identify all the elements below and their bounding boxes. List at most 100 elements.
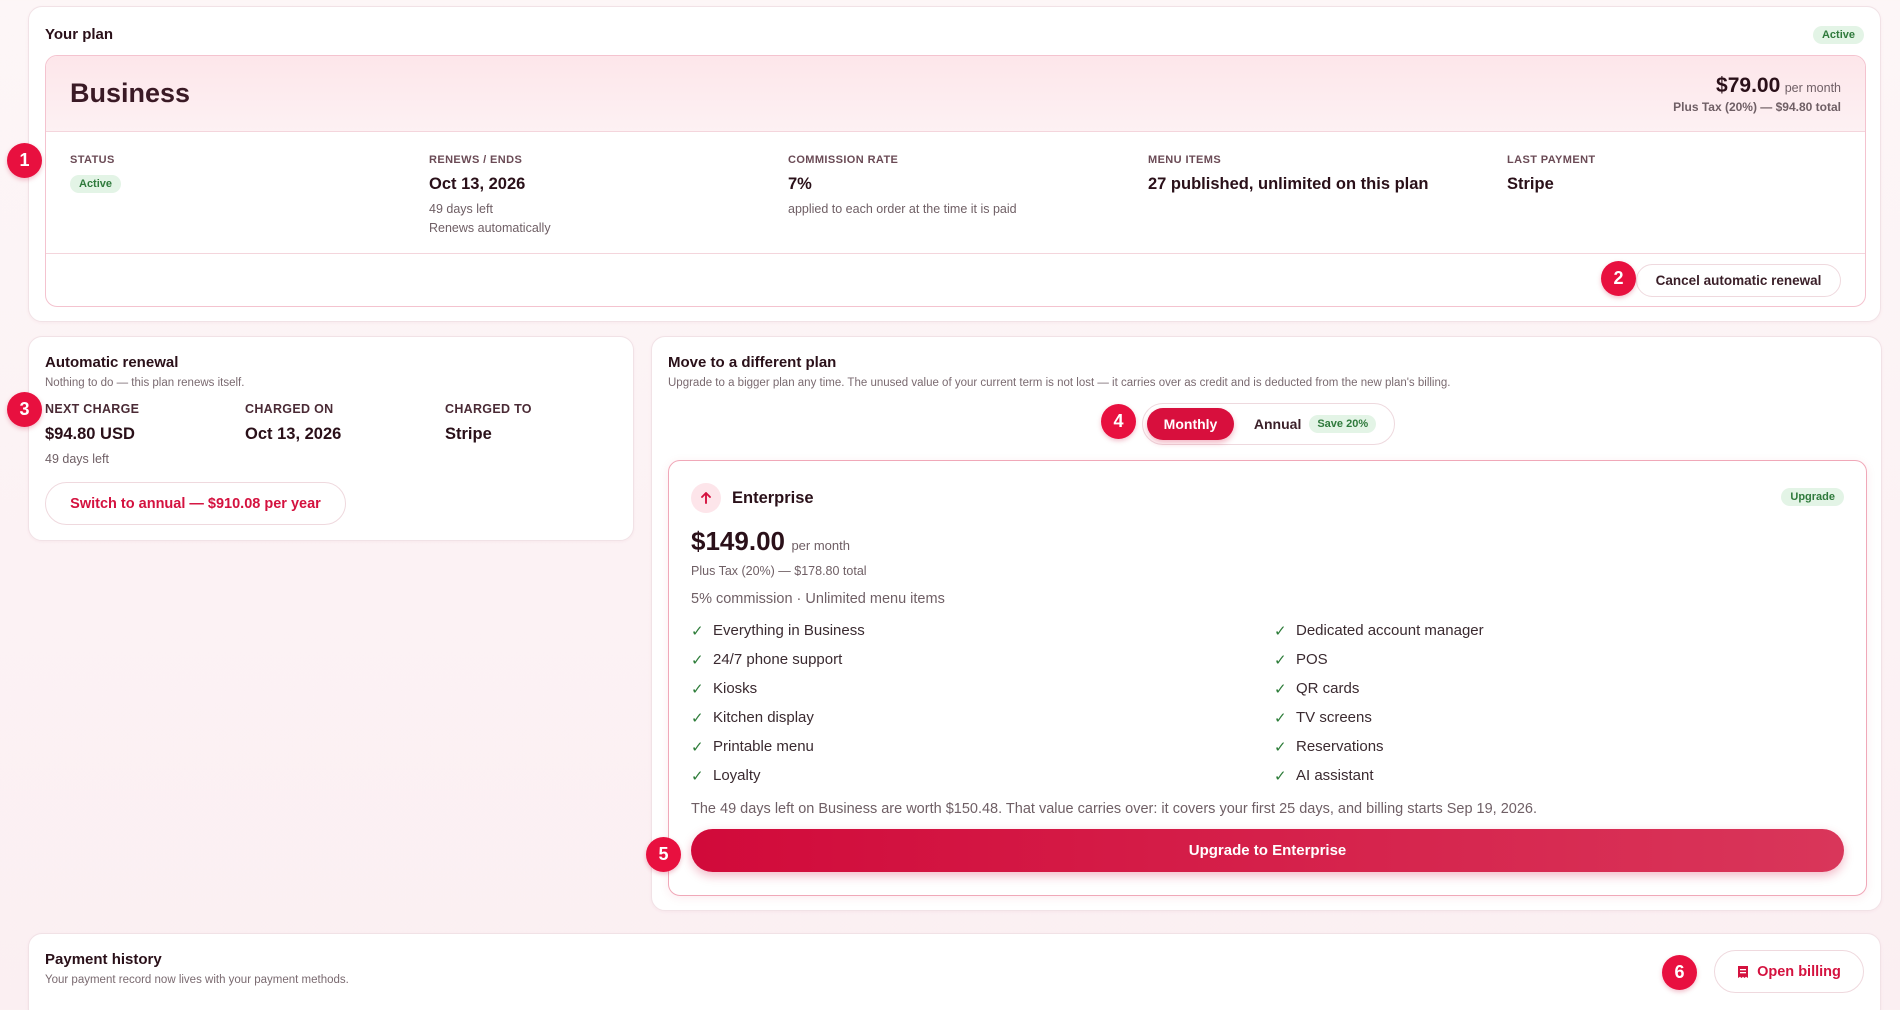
renewal-subtitle: Nothing to do — this plan renews itself. [45,377,245,389]
detail-commission: COMMISSION RATE 7% applied to each order… [788,154,1017,216]
your-plan-title: Your plan [45,26,114,43]
step-marker-6: 6 [1662,955,1697,990]
step-marker-5: 5 [646,837,681,872]
check-icon: ✓ [1274,738,1287,756]
open-billing-button[interactable]: Open billing [1714,950,1864,993]
renewal-title: Automatic renewal [45,354,179,371]
carryover-note: The 49 days left on Business are worth $… [691,801,1538,817]
enterprise-name: Enterprise [732,489,814,507]
move-plan-title: Move to a different plan [668,354,837,371]
renews-days-left: 49 days left [429,202,493,216]
charged-on-label: CHARGED ON [245,402,334,416]
payment-history-title: Payment history [45,951,162,968]
charged-to-value: Stripe [445,425,492,443]
check-icon: ✓ [691,651,704,669]
plan-details-row: STATUS Active RENEWS / ENDS Oct 13, 2026… [46,132,1865,253]
list-item: ✓ Printable menu [691,738,814,756]
switch-annual-button[interactable]: Switch to annual — $910.08 per year [45,482,346,525]
arrow-up-icon [691,483,721,513]
move-plan-subtitle: Upgrade to a bigger plan any time. The u… [668,377,1451,389]
check-icon: ✓ [1274,767,1287,785]
plan-active-badge: Active [1812,26,1864,44]
next-charge-note: 49 days left [45,452,109,466]
next-charge-value: $94.80 USD [45,425,135,443]
toggle-annual-label: Annual [1253,416,1302,432]
list-item: ✓ 24/7 phone support [691,651,843,669]
list-item: ✓ AI assistant [1274,767,1374,785]
features-right-list: ✓ Dedicated account manager ✓ POS ✓ QR card… [1274,616,1484,790]
check-icon: ✓ [1274,622,1287,640]
enterprise-price-period: per month [791,538,850,553]
automatic-renewal-card: Automatic renewal Nothing to do — this p… [28,336,634,541]
status-label: STATUS [70,154,115,166]
check-icon: ✓ [691,622,704,640]
current-plan-panel: Business $79.00 per month Plus Tax (20%)… [45,55,1866,307]
toggle-monthly-label: Monthly [1163,416,1218,432]
billing-period-toggle: Monthly Annual Save 20% [1142,403,1395,445]
commission-label: COMMISSION RATE [788,154,899,166]
cancel-renewal-button[interactable]: Cancel automatic renewal [1636,264,1841,297]
list-item: ✓ QR cards [1274,680,1360,698]
payment-history-subtitle: Your payment record now lives with your … [45,974,349,986]
list-item: ✓ TV screens [1274,709,1372,727]
commission-note: applied to each order at the time it is … [788,202,1017,216]
plan-actions-row: Cancel automatic renewal [46,253,1865,306]
step-marker-2: 2 [1601,261,1636,296]
enterprise-plan-card: Enterprise Upgrade $149.00 per month Plu… [668,460,1867,896]
check-icon: ✓ [691,767,704,785]
detail-status: STATUS Active [70,154,122,193]
upgrade-badge: Upgrade [1781,488,1844,506]
list-item: ✓ Reservations [1274,738,1384,756]
enterprise-price: $149.00 [691,526,785,556]
charged-to-block: CHARGED TO Stripe [445,402,532,444]
renews-label: RENEWS / ENDS [429,154,523,166]
detail-menu-items: MENU ITEMS 27 published, unlimited on th… [1148,154,1429,194]
charged-on-block: CHARGED ON Oct 13, 2026 [245,402,341,444]
check-icon: ✓ [691,738,704,756]
check-icon: ✓ [1274,680,1287,698]
menu-items-value: 27 published, unlimited on this plan [1148,175,1429,193]
plan-price: $79.00 [1716,74,1781,97]
payment-history-card: Payment history Your payment record now … [28,933,1881,1010]
plan-name: Business [70,78,191,108]
upgrade-enterprise-button[interactable]: Upgrade to Enterprise [691,829,1844,872]
cancel-renewal-label: Cancel automatic renewal [1655,273,1822,288]
menu-items-label: MENU ITEMS [1148,154,1222,166]
step-marker-4: 4 [1101,404,1136,439]
next-charge-label: NEXT CHARGE [45,402,140,416]
renews-note: Renews automatically [429,221,551,235]
switch-annual-label: Switch to annual — $910.08 per year [70,495,321,512]
move-plan-card: Move to a different plan Upgrade to a bi… [651,336,1882,911]
features-left-list: ✓ Everything in Business ✓ 24/7 phone supp… [691,616,865,790]
list-item: ✓ Dedicated account manager [1274,622,1484,640]
list-item: ✓ POS [1274,651,1328,669]
charged-to-label: CHARGED TO [445,402,532,416]
enterprise-price-block: $149.00 per month [691,526,850,557]
current-plan-header: Business $79.00 per month Plus Tax (20%)… [46,56,1865,132]
toggle-monthly[interactable]: Monthly [1147,408,1234,440]
list-item: ✓ Loyalty [691,767,761,785]
save-badge: Save 20% [1309,415,1377,433]
last-payment-value: Stripe [1507,175,1554,193]
enterprise-summary: 5% commission · Unlimited menu items [691,591,945,607]
toggle-annual[interactable]: Annual Save 20% [1239,408,1391,440]
status-badge: Active [70,175,122,193]
plan-tax-note: Plus Tax (20%) — $94.80 total [1673,100,1841,114]
detail-last-payment: LAST PAYMENT Stripe [1507,154,1596,194]
commission-value: 7% [788,175,812,193]
next-charge-block: NEXT CHARGE $94.80 USD 49 days left [45,402,139,466]
check-icon: ✓ [691,709,704,727]
plan-price-block: $79.00 per month Plus Tax (20%) — $94.80… [1673,74,1841,114]
step-marker-3: 3 [7,392,42,427]
check-icon: ✓ [1274,651,1287,669]
receipt-icon [1737,965,1749,979]
charged-on-value: Oct 13, 2026 [245,425,342,443]
detail-renews: RENEWS / ENDS Oct 13, 2026 49 days left … [429,154,551,235]
renews-date: Oct 13, 2026 [429,175,526,193]
last-payment-label: LAST PAYMENT [1507,154,1596,166]
list-item: ✓ Kiosks [691,680,758,698]
check-icon: ✓ [691,680,704,698]
open-billing-label: Open billing [1757,963,1841,980]
check-icon: ✓ [1274,709,1287,727]
list-item: ✓ Everything in Business [691,622,865,640]
